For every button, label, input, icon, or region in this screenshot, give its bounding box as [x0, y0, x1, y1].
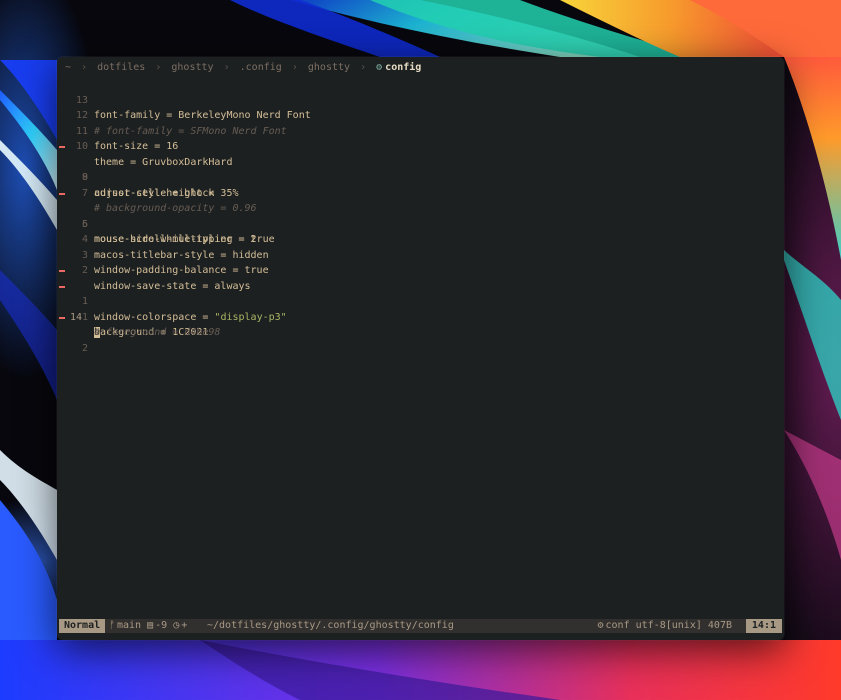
- diff-delete-sign-icon: [59, 192, 65, 195]
- code-line[interactable]: 2 window-save-state = always: [57, 248, 784, 292]
- breadcrumb-home[interactable]: ~: [65, 62, 71, 73]
- code-line-current[interactable]: 14 background = 1C2021: [57, 279, 784, 338]
- code-line[interactable]: 8 adjust-cell-height = 35%: [57, 155, 784, 199]
- git-branch-name[interactable]: main: [117, 620, 141, 631]
- clock-icon: ◷: [173, 620, 180, 631]
- breadcrumb-separator: ›: [81, 62, 88, 73]
- code-line[interactable]: 6 mouse-hide-while-typing = true: [57, 186, 784, 245]
- file-size: 407B: [707, 620, 732, 631]
- breadcrumb-item-ghostty-sub[interactable]: ghostty: [308, 62, 350, 73]
- code-line[interactable]: 2: [57, 310, 784, 354]
- diff-delete-sign-icon: [59, 316, 65, 319]
- filetype: conf: [605, 620, 630, 631]
- file-encoding: utf-8[unix]: [635, 620, 702, 631]
- breadcrumb-current-file[interactable]: config: [385, 62, 421, 73]
- gear-icon: ⚙: [597, 620, 604, 631]
- gear-icon: ⚙: [376, 62, 383, 73]
- breadcrumb-separator: ›: [155, 62, 162, 73]
- breadcrumb: ~ › dotfiles › ghostty › .config › ghost…: [65, 61, 421, 75]
- git-status: ᚠ main ▤ -9 ◷ +: [109, 619, 187, 633]
- diff-delete-sign-icon: [59, 146, 65, 148]
- line-number: 2: [81, 342, 88, 354]
- breadcrumb-separator: ›: [291, 62, 298, 73]
- terminal-window[interactable]: ~ › dotfiles › ghostty › .config › ghost…: [57, 57, 784, 640]
- breadcrumb-separator: ›: [223, 62, 230, 73]
- code-line[interactable]: 1 window-colorspace = "display-p3": [57, 263, 784, 323]
- file-info: ⚙ conf utf-8[unix] 407B: [597, 619, 732, 633]
- code-comment: # foreground = d4be98: [94, 327, 221, 338]
- file-path: ~/dotfiles/ghostty/.config/ghostty/confi…: [207, 620, 454, 631]
- breadcrumb-item-config-dir[interactable]: .config: [240, 62, 282, 73]
- diff-count: -9: [155, 620, 168, 631]
- breadcrumb-separator: ›: [360, 62, 367, 73]
- code-line[interactable]: 9 cursor-style = block: [57, 139, 784, 199]
- code-line[interactable]: 12 # font-family = SFMono Nerd Font: [57, 93, 784, 137]
- code-line[interactable]: 4 macos-titlebar-style = hidden: [57, 217, 784, 261]
- git-branch-icon: ᚠ: [109, 620, 115, 631]
- status-line: Normal ᚠ main ▤ -9 ◷ + ~/dotfiles/ghostty/.…: [59, 619, 782, 633]
- code-line[interactable]: 11 font-size = 16: [57, 108, 784, 153]
- breadcrumb-item-ghostty[interactable]: ghostty: [171, 62, 213, 73]
- mode-indicator: Normal: [59, 619, 106, 633]
- breadcrumb-item-dotfiles[interactable]: dotfiles: [97, 62, 145, 73]
- cursor-position: 14:1: [745, 619, 782, 633]
- file-icon: ▤: [147, 620, 154, 631]
- code-line[interactable]: 13 font-family = BerkeleyMono Nerd Font: [57, 77, 784, 122]
- code-line[interactable]: 10 theme = GruvboxDarkHard: [57, 124, 784, 168]
- code-line[interactable]: 7 # background-opacity = 0.96: [57, 170, 784, 215]
- modified-flag: +: [181, 620, 188, 631]
- code-line[interactable]: 5 mouse-scroll-multiplier = 2: [57, 201, 784, 246]
- diff-delete-sign-icon: [59, 270, 65, 272]
- code-line[interactable]: 1 # foreground = d4be98: [57, 294, 784, 339]
- diff-delete-sign-icon: [59, 285, 65, 288]
- editor-buffer[interactable]: 13 font-family = BerkeleyMono Nerd Font …: [57, 77, 784, 354]
- code-line[interactable]: 3 window-padding-balance = true: [57, 232, 784, 277]
